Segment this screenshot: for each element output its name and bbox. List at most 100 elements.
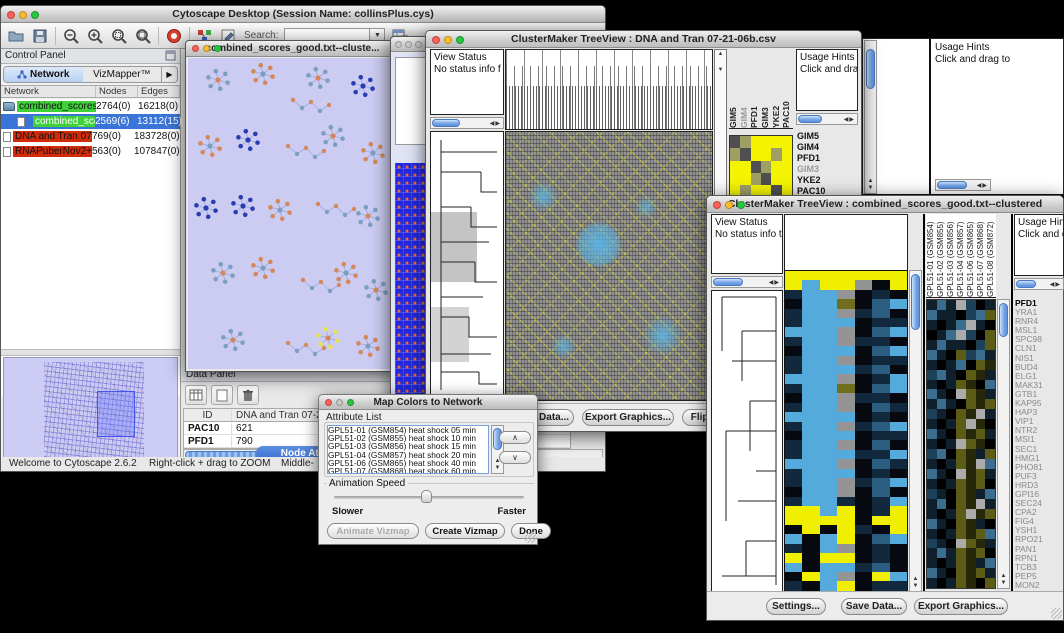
scrollbar-arrows-icon[interactable]: ◀▶ (977, 182, 990, 189)
zoom-out-icon[interactable] (62, 27, 80, 45)
network-row-selected[interactable]: combined_sco 2569(6) 13112(15) (1, 114, 180, 129)
delete-attribute-icon[interactable] (237, 385, 259, 405)
scrollbar-thumb[interactable] (866, 49, 875, 89)
scrollbar-arrows-icon[interactable]: ◀▶ (1050, 281, 1063, 288)
zoom-button[interactable] (415, 41, 422, 48)
close-button[interactable] (395, 41, 402, 48)
save-icon[interactable] (31, 27, 49, 45)
export-graphics-button[interactable]: Export Graphics... (914, 598, 1008, 615)
zoom-button[interactable] (737, 201, 745, 209)
scrollbar-thumb[interactable] (911, 274, 920, 330)
help-lifering-icon[interactable] (165, 27, 183, 45)
zoom-selected-icon[interactable] (110, 27, 128, 45)
network-cluster[interactable] (251, 257, 275, 279)
network-cluster[interactable] (221, 329, 245, 351)
close-button[interactable] (432, 36, 440, 44)
settings-button[interactable]: Settings... (766, 598, 826, 615)
tab-network[interactable]: Network (4, 67, 83, 82)
panel-splitter[interactable] (1, 349, 180, 356)
zoom-button[interactable] (31, 11, 39, 19)
close-button[interactable] (713, 201, 721, 209)
network-cluster[interactable] (316, 327, 340, 349)
minimize-button[interactable] (725, 201, 733, 209)
zoom-button[interactable] (347, 399, 354, 406)
network-cluster[interactable] (356, 335, 380, 357)
main-heatmap[interactable] (505, 131, 713, 401)
zoom-heatmap[interactable] (926, 299, 996, 589)
network-cluster[interactable] (306, 67, 330, 89)
scrollbar-thumb[interactable] (798, 115, 822, 123)
speed-slider-thumb[interactable] (421, 490, 432, 503)
minimize-button[interactable] (444, 36, 452, 44)
scrollbar-arrows-icon[interactable]: ▲▼ (910, 576, 921, 590)
network-cluster[interactable] (198, 135, 222, 157)
network-cluster[interactable] (351, 75, 375, 97)
zoom-button[interactable] (214, 45, 221, 52)
zoom-vertical-scrollbar[interactable]: ▲▼ (997, 299, 1010, 589)
main-titlebar[interactable]: Cytoscape Desktop (Session Name: collins… (1, 6, 605, 23)
row-dendrogram[interactable] (711, 290, 783, 592)
network-cluster[interactable] (356, 205, 380, 227)
network-row[interactable]: combined_scores 2764(0) 16218(0) (1, 99, 180, 114)
network-cluster[interactable] (251, 63, 275, 85)
network-cluster[interactable] (268, 199, 292, 221)
network-cluster[interactable] (286, 144, 326, 159)
network-cluster[interactable] (231, 195, 255, 217)
treeview2-horizontal-scrollbar[interactable]: ◀▶ (711, 276, 783, 288)
float-panel-icon[interactable] (165, 50, 176, 61)
treeview1-titlebar[interactable]: ClusterMaker TreeView : DNA and Tran 07-… (426, 31, 861, 48)
dialog-titlebar[interactable]: Map Colors to Network (319, 395, 537, 410)
move-down-button[interactable]: ∨ (499, 451, 531, 464)
network-cluster[interactable] (361, 142, 385, 164)
scrollbar-arrows-icon[interactable]: ◀▶ (490, 120, 503, 127)
treeview2-titlebar[interactable]: ClusterMaker TreeView : combined_scores_… (707, 196, 1063, 213)
new-attribute-icon[interactable] (211, 385, 233, 405)
network-cluster[interactable] (194, 197, 218, 219)
minimize-button[interactable] (336, 399, 343, 406)
select-attributes-icon[interactable] (185, 385, 207, 405)
create-vizmap-button[interactable]: Create Vizmap (425, 523, 505, 539)
move-up-button[interactable]: ∧ (499, 431, 531, 444)
row-dendrogram[interactable] (430, 131, 504, 401)
column-dendrogram[interactable] (505, 49, 713, 130)
close-button[interactable] (192, 45, 199, 52)
scrollbar-thumb[interactable] (937, 181, 967, 189)
resize-grip[interactable] (1051, 608, 1062, 619)
network-row[interactable]: DNA and Tran 07 769(0) 183728(0) (1, 129, 180, 144)
main-heatmap-vertical-scrollbar[interactable]: ▲▼ (909, 270, 922, 592)
column-id[interactable]: ID (184, 410, 232, 421)
scrollbar-arrows-icon[interactable]: ◀▶ (844, 116, 857, 123)
scrollbar-arrows-icon[interactable]: ◀▶ (769, 279, 782, 286)
treeview1-horizontal-scrollbar[interactable]: ◀▶ (430, 117, 504, 129)
network-view-titlebar[interactable]: combined_scores_good.txt--cluste... (186, 41, 399, 57)
attribute-list[interactable]: GPL51-01 (GSM854) heat shock 05 minGPL51… (327, 425, 489, 474)
tab-overflow-arrow-icon[interactable]: ▶ (161, 67, 177, 82)
zoom-button[interactable] (456, 36, 464, 44)
minimize-button[interactable] (19, 11, 27, 19)
network-cluster[interactable] (211, 262, 235, 284)
network-cluster[interactable] (321, 125, 345, 147)
network-cluster[interactable] (291, 98, 331, 113)
birdseye-view[interactable] (3, 357, 178, 462)
network-cluster[interactable] (316, 202, 356, 217)
label-horizontal-scrollbar[interactable]: ◀▶ (1014, 278, 1064, 290)
background-vertical-scrollbar[interactable]: ▲▼ (864, 40, 877, 194)
scrollbar-arrows-icon[interactable]: ▲▼ (865, 178, 876, 192)
close-button[interactable] (325, 399, 332, 406)
open-file-icon[interactable] (7, 27, 25, 45)
scrollbar-arrows-icon[interactable]: ▲▼ (998, 573, 1009, 587)
tab-vizmapper[interactable]: VizMapper™ (83, 67, 162, 82)
export-graphics-button[interactable]: Export Graphics... (582, 409, 674, 426)
close-button[interactable] (7, 11, 15, 19)
column-edges[interactable]: Edges (138, 86, 180, 97)
minimize-button[interactable] (203, 45, 210, 52)
column-network[interactable]: Network (1, 86, 96, 97)
network-cluster[interactable] (301, 278, 341, 293)
scrollbar-thumb[interactable] (1016, 280, 1036, 288)
minimize-button[interactable] (405, 41, 412, 48)
zoom-in-icon[interactable] (86, 27, 104, 45)
zoom-fit-icon[interactable] (134, 27, 152, 45)
network-cluster[interactable] (236, 129, 260, 151)
save-data-button[interactable]: Save Data... (841, 598, 907, 615)
scrollbar-thumb[interactable] (432, 119, 460, 127)
